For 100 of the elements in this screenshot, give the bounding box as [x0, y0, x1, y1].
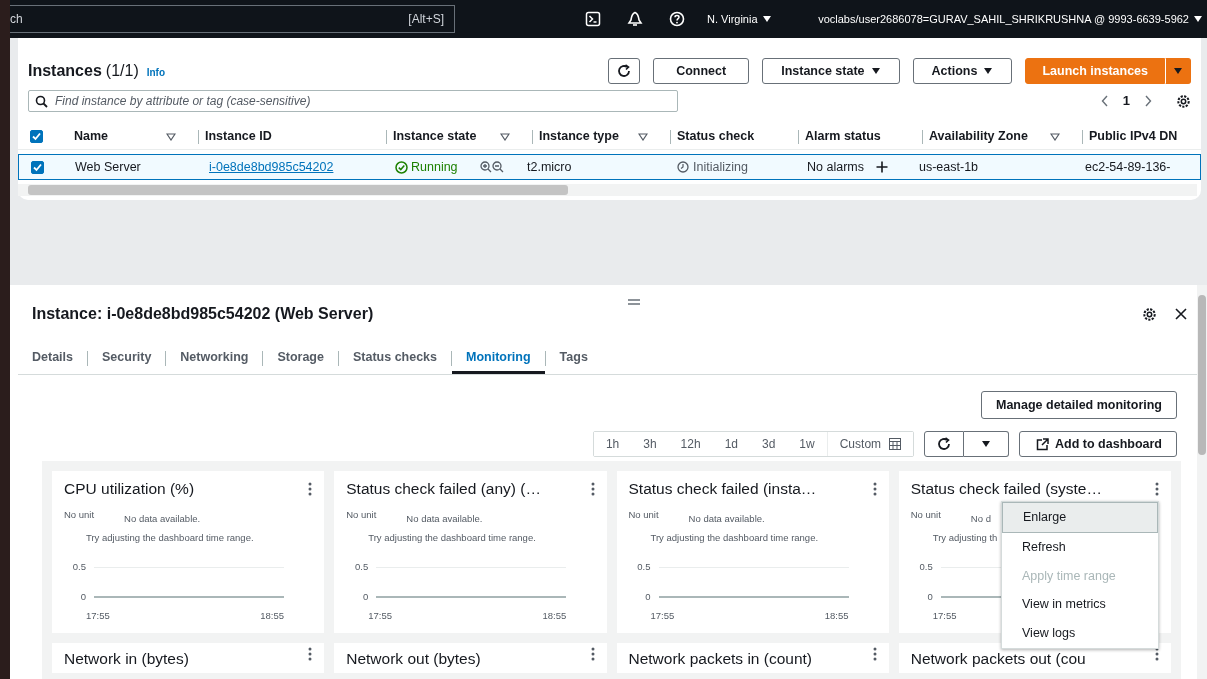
- menu-item[interactable]: Refresh: [1002, 532, 1158, 562]
- more-icon[interactable]: [308, 647, 313, 661]
- check-icon: [32, 132, 41, 141]
- status-text: Initializing: [693, 158, 748, 176]
- drag-handle-icon[interactable]: [628, 298, 640, 305]
- more-icon[interactable]: [590, 481, 595, 496]
- horizontal-scrollbar[interactable]: [18, 184, 1197, 196]
- column-header[interactable]: Public IPv4 DN: [1089, 127, 1178, 146]
- page-number[interactable]: 1: [1122, 91, 1130, 111]
- filter-icon[interactable]: [1050, 132, 1060, 141]
- hint-text: Try adjusting the dashboard time range.: [368, 530, 536, 545]
- region-selector[interactable]: N. Virginia: [707, 10, 772, 28]
- column-header[interactable]: Alarm status: [805, 127, 881, 146]
- more-icon[interactable]: [1155, 481, 1159, 496]
- hint-text: Try adjusting th: [932, 530, 998, 545]
- details-title: Instance: i-0e8de8bd985c54202 (Web Server): [32, 304, 374, 324]
- caret-icon: [1173, 66, 1183, 76]
- zoom-in-icon[interactable]: [479, 161, 492, 173]
- filter-icon[interactable]: [638, 132, 648, 141]
- axis-label: 0.5: [71, 560, 86, 574]
- close-icon[interactable]: [1175, 308, 1187, 320]
- column-header[interactable]: Instance type: [539, 127, 619, 146]
- dropdown-button[interactable]: [1165, 58, 1191, 84]
- tab[interactable]: Tags: [545, 343, 602, 374]
- clock-icon: [677, 161, 689, 173]
- tab[interactable]: Storage: [263, 343, 338, 374]
- axis-label: 17:55: [86, 608, 110, 623]
- more-icon[interactable]: [590, 647, 595, 661]
- dropdown-button[interactable]: Actions: [912, 58, 1013, 84]
- add-to-dashboard-button[interactable]: Add to dashboard: [1019, 431, 1177, 457]
- bell-icon[interactable]: [627, 11, 643, 27]
- account-menu[interactable]: voclabs/user2686078=GURAV_SAHIL_SHRIKRUSHNA @ 9993-6639-5962: [818, 10, 1203, 28]
- refresh-button[interactable]: [924, 431, 965, 457]
- column-header[interactable]: Instance state: [393, 127, 477, 146]
- tab[interactable]: Security: [88, 343, 166, 374]
- zoom-out-icon[interactable]: [491, 161, 504, 173]
- table-row[interactable]: Web Server i-0e8de8bd985c54202 Running t2.micro Initializing No alarms us-east-1b ec2-54-89-136-: [18, 154, 1201, 180]
- table-cell-text: Web Server: [75, 158, 141, 176]
- axis-label: 0: [79, 590, 86, 605]
- axis-label: 18:55: [260, 608, 284, 623]
- caret-icon: [1193, 14, 1203, 24]
- search-icon: [35, 95, 48, 108]
- column-header[interactable]: Status check: [677, 127, 755, 146]
- widget-title: Status check failed (insta…: [628, 479, 817, 499]
- more-icon[interactable]: [308, 481, 313, 496]
- tab[interactable]: Networking: [166, 343, 263, 374]
- terminal-icon[interactable]: [585, 11, 601, 27]
- filter-icon[interactable]: [166, 132, 176, 141]
- table-cell-text: t2.micro: [527, 158, 572, 176]
- select-all-checkbox[interactable]: [30, 130, 43, 143]
- check-icon: [33, 162, 42, 172]
- previous-icon[interactable]: [1100, 95, 1109, 107]
- dropdown-button[interactable]: Instance state: [762, 58, 900, 84]
- widget-title: CPU utilization (%): [64, 479, 195, 499]
- unit-label: No unit: [346, 508, 377, 523]
- caret-icon: [983, 66, 994, 76]
- status-text: Running: [411, 158, 458, 176]
- tab[interactable]: Details: [18, 343, 87, 374]
- instance-id-link[interactable]: i-0e8de8bd985c54202: [209, 157, 334, 177]
- axis-label: 0: [361, 590, 369, 605]
- row-checkbox[interactable]: [31, 160, 44, 174]
- custom-range-button[interactable]: Custom: [826, 432, 914, 456]
- instance-count: (1/1): [105, 61, 139, 81]
- axis-label: 0.5: [354, 560, 369, 574]
- search-field[interactable]: ch [Alt+S]: [10, 5, 455, 33]
- axis-label: 0.5: [918, 560, 933, 574]
- search-field[interactable]: Find instance by attribute or tag (case-sensitive): [28, 90, 678, 112]
- column-header[interactable]: Availability Zone: [929, 127, 1028, 146]
- help-icon[interactable]: [669, 11, 685, 27]
- more-icon[interactable]: [872, 647, 877, 661]
- axis-label: 17:55: [368, 608, 393, 623]
- axis-label: 0: [644, 590, 651, 605]
- widget-title: Network out (bytes): [346, 649, 481, 669]
- tab[interactable]: Status checks: [338, 343, 452, 374]
- vertical-scrollbar[interactable]: [1197, 285, 1207, 679]
- plus-icon[interactable]: [875, 161, 888, 173]
- more-icon[interactable]: [1155, 647, 1159, 661]
- menu-item[interactable]: Enlarge: [1002, 502, 1158, 533]
- calendar-icon: [889, 438, 902, 450]
- settings-icon[interactable]: [1176, 93, 1191, 109]
- refresh-button[interactable]: [608, 58, 641, 84]
- no-data-message: No d: [970, 512, 991, 527]
- menu-item[interactable]: View in metrics: [1002, 590, 1158, 619]
- more-icon[interactable]: [872, 481, 877, 496]
- filter-icon[interactable]: [500, 132, 510, 141]
- connect-button[interactable]: Connect: [653, 58, 750, 84]
- axis-label: 0.5: [636, 560, 651, 574]
- widget-title: Status check failed (syste…: [910, 479, 1102, 499]
- menu-item[interactable]: View logs: [1002, 619, 1158, 648]
- column-header[interactable]: Instance ID: [205, 127, 272, 146]
- info-link[interactable]: Info: [146, 65, 166, 80]
- tab[interactable]: Monitoring: [452, 343, 545, 374]
- axis-label: 18:55: [542, 608, 567, 623]
- settings-icon[interactable]: [1142, 306, 1157, 322]
- widget-title: Network packets in (count): [628, 649, 812, 669]
- column-header[interactable]: Name: [74, 127, 109, 146]
- manage-monitoring-button[interactable]: Manage detailed monitoring: [981, 391, 1177, 419]
- axis-label: 17:55: [650, 608, 675, 623]
- next-icon[interactable]: [1144, 95, 1152, 107]
- panel-title: Instances: [28, 61, 102, 81]
